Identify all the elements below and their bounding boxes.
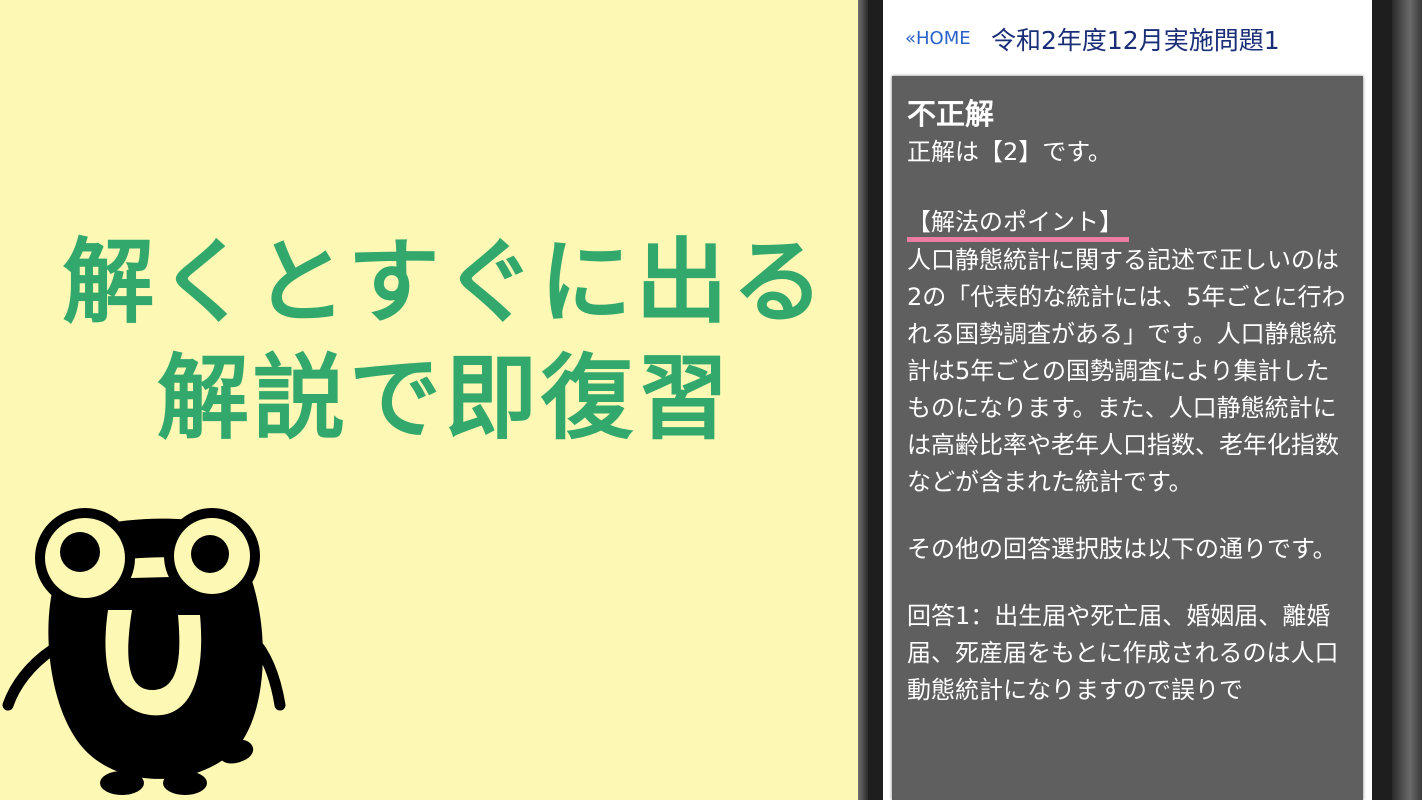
mascot-character-icon (2, 508, 286, 795)
page-title: 令和2年度12月実施問題1 (991, 26, 1280, 55)
option-1-explanation: 回答1：出生届や死亡届、婚姻届、離婚届、死産届をもとに作成されるのは人口動態統計… (907, 602, 1339, 704)
phone-bezel-right (1392, 0, 1422, 800)
phone-bezel-left (858, 0, 868, 800)
headline-line-2: 解説で即復習 (156, 345, 733, 452)
solution-point-heading: 【解法のポイント】 (907, 207, 1129, 242)
home-link[interactable]: «HOME (905, 28, 971, 49)
phone-screen: «HOME 令和2年度12月実施問題1 不正解 正解は【2】です。 【解法のポイ… (883, 0, 1372, 800)
other-options-intro: その他の回答選択肢は以下の通りです。 (907, 535, 1337, 563)
explanation-content: 不正解 正解は【2】です。 【解法のポイント】 人口静態統計に関する記述で正しい… (907, 94, 1353, 709)
result-label: 不正解 (907, 97, 995, 131)
explanation-card[interactable]: 不正解 正解は【2】です。 【解法のポイント】 人口静態統計に関する記述で正しい… (892, 76, 1363, 800)
promo-headline: 解くとすぐに出る 解説で即復習 (60, 225, 830, 457)
headline-line-1: 解くとすぐに出る (62, 229, 828, 336)
explanation-text: 人口静態統計に関する記述で正しいのは2の「代表的な統計には、5年ごとに行われる国… (907, 246, 1346, 496)
app-header: «HOME 令和2年度12月実施問題1 (883, 0, 1372, 76)
correct-answer-text: 正解は【2】です。 (907, 138, 1112, 166)
